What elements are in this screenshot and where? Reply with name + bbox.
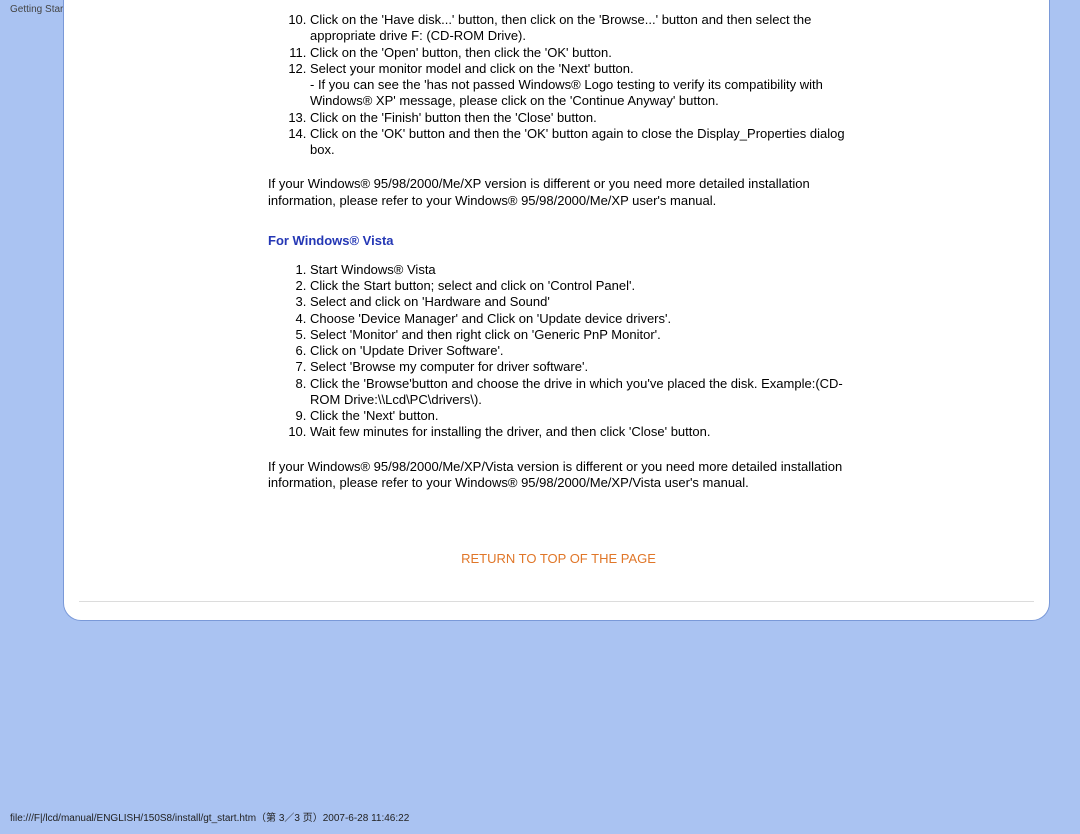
list-item: Click on the 'Have disk...' button, then… <box>310 12 849 45</box>
list-item: Select 'Browse my computer for driver so… <box>310 359 849 375</box>
list-item: Click the 'Browse'button and choose the … <box>310 376 849 409</box>
xp-instruction-list: Click on the 'Have disk...' button, then… <box>268 12 849 158</box>
list-item: Wait few minutes for installing the driv… <box>310 424 849 440</box>
list-item: Click on the 'Open' button, then click t… <box>310 45 849 61</box>
list-item: Select 'Monitor' and then right click on… <box>310 327 849 343</box>
content-body: Click on the 'Have disk...' button, then… <box>268 12 849 566</box>
outer-container: Click on the 'Have disk...' button, then… <box>30 0 1050 636</box>
content-panel: Click on the 'Have disk...' button, then… <box>63 0 1050 621</box>
vista-instruction-list: Start Windows® VistaClick the Start butt… <box>268 262 849 441</box>
list-item: Click on the 'Finish' button then the 'C… <box>310 110 849 126</box>
vista-note: If your Windows® 95/98/2000/Me/XP/Vista … <box>268 459 849 492</box>
list-item: Choose 'Device Manager' and Click on 'Up… <box>310 311 849 327</box>
list-item: Click on 'Update Driver Software'. <box>310 343 849 359</box>
list-item-sub: - If you can see the 'has not passed Win… <box>310 77 849 110</box>
list-item: Click the Start button; select and click… <box>310 278 849 294</box>
list-item: Select your monitor model and click on t… <box>310 61 849 110</box>
vista-heading: For Windows® Vista <box>268 233 849 248</box>
return-link-wrap: RETURN TO TOP OF THE PAGE <box>268 551 849 566</box>
footer-path: file:///F|/lcd/manual/ENGLISH/150S8/inst… <box>10 809 409 824</box>
xp-note: If your Windows® 95/98/2000/Me/XP versio… <box>268 176 849 209</box>
list-item: Select and click on 'Hardware and Sound' <box>310 294 849 310</box>
list-item: Click on the 'OK' button and then the 'O… <box>310 126 849 159</box>
list-item: Click the 'Next' button. <box>310 408 849 424</box>
divider <box>79 601 1034 602</box>
list-item: Start Windows® Vista <box>310 262 849 278</box>
return-to-top-link[interactable]: RETURN TO TOP OF THE PAGE <box>461 551 656 566</box>
